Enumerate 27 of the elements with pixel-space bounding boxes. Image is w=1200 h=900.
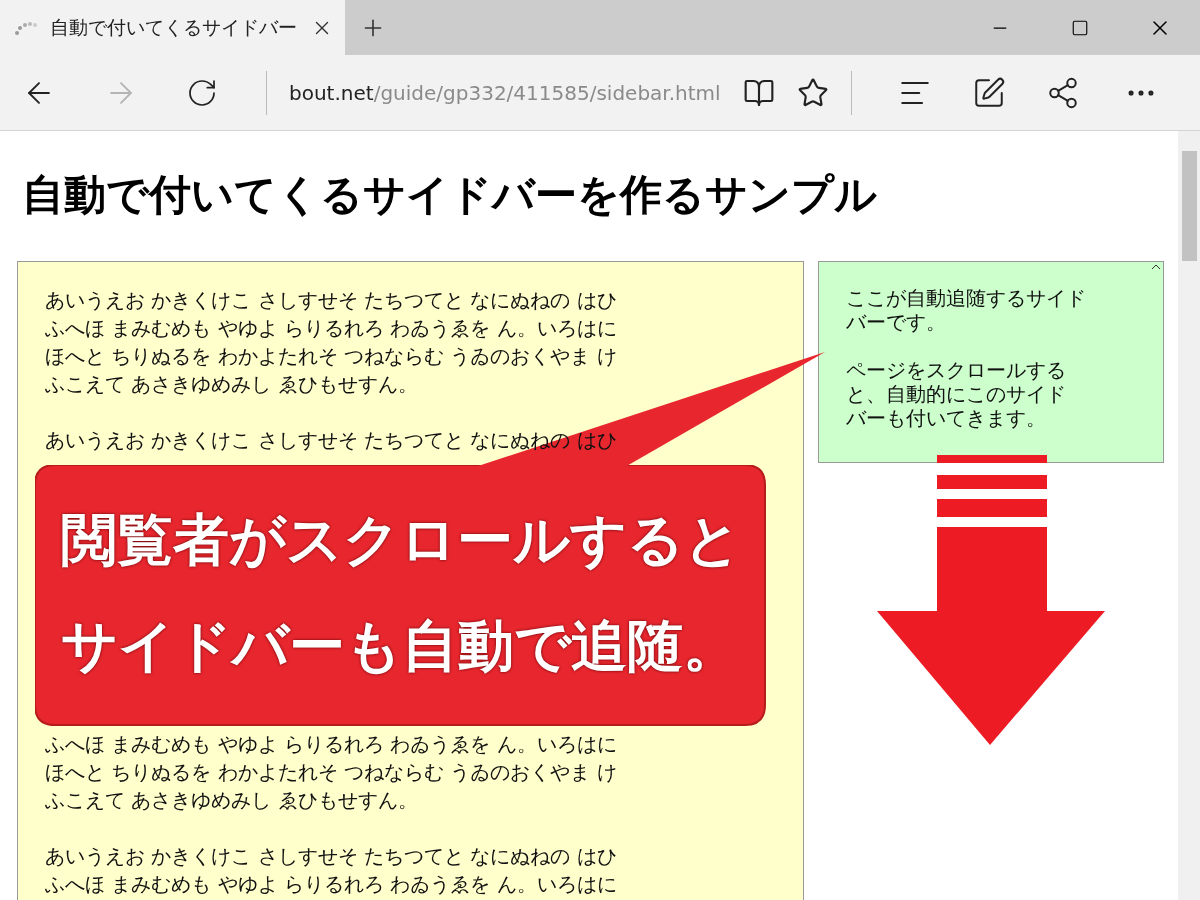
callout-text: 閲覧者がスクロールすると — [61, 506, 741, 574]
paragraph-line: ふこえて あさきゆめみし ゑひもせすん。 — [45, 371, 418, 398]
paragraph-line: ほへと ちりぬるを わかよたれそ つねならむ うゐのおくやま け — [45, 343, 617, 370]
sidebar-text-line: と、自動的にこのサイド — [846, 382, 1066, 406]
paragraph-line: ふへほ まみむめも やゆよ らりるれろ わゐうゑを ん。いろはに — [45, 731, 617, 758]
maximize-icon[interactable] — [1071, 18, 1089, 37]
sidebar-text-line: バーも付いてきます。 — [846, 406, 1046, 430]
caret-icon — [1151, 264, 1161, 270]
tab-title: 自動で付いてくるサイドバー — [50, 15, 298, 41]
scrollbar[interactable] — [1178, 131, 1200, 900]
sidebar-text-line: ここが自動追随するサイド — [846, 286, 1086, 310]
loading-spinner-icon — [14, 20, 38, 35]
paragraph-line: あいうえお かきくけこ さしすせそ たちつてと なにぬねの はひ — [45, 843, 617, 870]
star-icon[interactable] — [797, 76, 829, 109]
paragraph-line: ふへほ まみむめも やゆよ らりるれろ わゐうゑを ん。いろはに — [45, 871, 617, 898]
browser-tab[interactable]: 自動で付いてくるサイドバー — [0, 0, 345, 55]
paragraph-line: ふこえて あさきゆめみし ゑひもせすん。 — [45, 787, 418, 814]
share-icon[interactable] — [1046, 75, 1080, 110]
page-title: 自動で付いてくるサイドバーを作るサンプル — [22, 169, 877, 221]
note-icon[interactable] — [972, 75, 1006, 110]
paragraph-line: あいうえお かきくけこ さしすせそ たちつてと なにぬねの はひ — [45, 287, 617, 314]
callout-text: サイドバーも自動で追随。 — [61, 612, 739, 680]
paragraph-line: ふへほ まみむめも やゆよ らりるれろ わゐうゑを ん。いろはに — [45, 315, 617, 342]
sidebar-text-line: バーです。 — [846, 310, 946, 334]
address-field[interactable]: bout.net/guide/gp332/411585/sidebar.html — [289, 77, 729, 108]
paragraph-line: ほへと ちりぬるを わかよたれそ つねならむ うゐのおくやま け — [45, 759, 617, 786]
sidebar-text-line: ページをスクロールする — [846, 358, 1066, 382]
